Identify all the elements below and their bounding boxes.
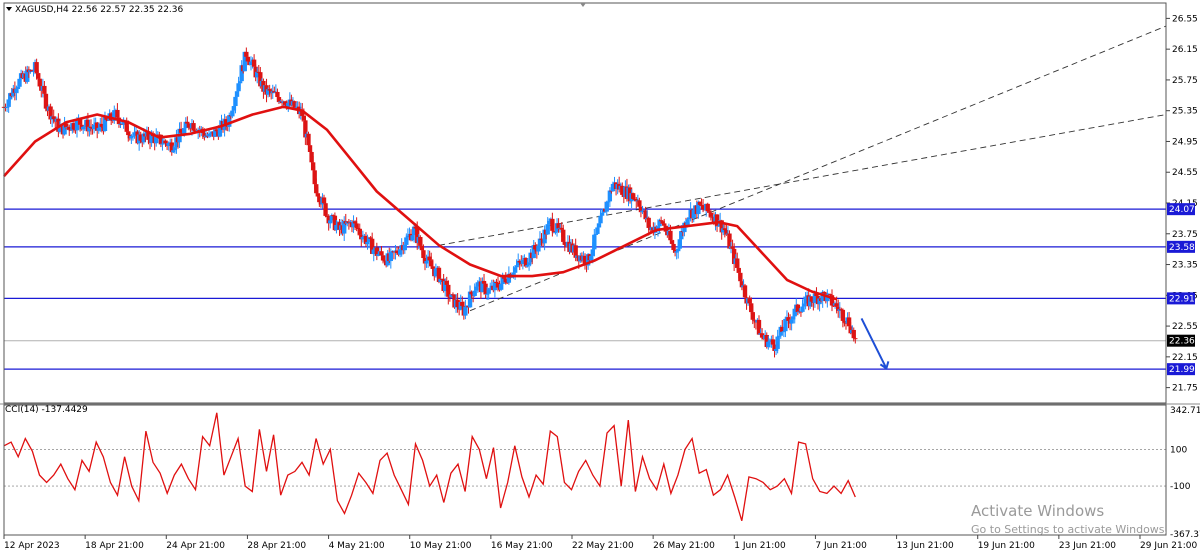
cci-label: CCI(14) -137.4429 xyxy=(5,405,88,415)
x-tick-label: 28 Apr 21:00 xyxy=(247,541,306,551)
x-tick-label: 1 Jun 21:00 xyxy=(734,541,786,551)
watermark-subtitle: Go to Settings to activate Windows. xyxy=(971,523,1169,536)
y-tick-label: 22.15 xyxy=(1172,353,1198,363)
cci-tick-label: -367.374 xyxy=(1170,530,1200,540)
x-tick-label: 4 May 21:00 xyxy=(329,541,385,551)
y-tick-label: 24.95 xyxy=(1172,137,1198,147)
candle-body xyxy=(851,329,856,339)
level-label: 22.91 xyxy=(1169,294,1195,304)
candle-body xyxy=(599,212,605,216)
price-chart-svg: 26.5526.1525.7525.3524.9524.5524.1523.75… xyxy=(0,0,1200,553)
y-tick-label: 23.35 xyxy=(1172,261,1198,271)
watermark-title: Activate Windows xyxy=(971,502,1105,520)
x-tick-label: 13 Jun 21:00 xyxy=(897,541,954,551)
x-tick-label: 26 May 21:00 xyxy=(653,541,715,551)
current-price-label: 22.36 xyxy=(1169,337,1195,347)
x-tick-label: 23 Jun 21:00 xyxy=(1059,541,1116,551)
cci-tick-label: -100 xyxy=(1170,482,1191,492)
symbol-header: XAGUSD,H4 22.56 22.57 22.35 22.36 xyxy=(15,5,184,15)
cci-tick-label: 100 xyxy=(1170,445,1187,455)
y-tick-label: 22.55 xyxy=(1172,322,1198,332)
chart-canvas[interactable]: 26.5526.1525.7525.3524.9524.5524.1523.75… xyxy=(0,0,1200,553)
x-tick-label: 24 Apr 21:00 xyxy=(166,541,225,551)
candle-body xyxy=(306,133,311,146)
activate-windows-watermark: Activate Windows Go to Settings to activ… xyxy=(971,502,1168,536)
y-tick-label: 25.75 xyxy=(1172,76,1198,86)
y-tick-label: 24.55 xyxy=(1172,168,1198,178)
candle-body xyxy=(770,339,776,345)
y-tick-label: 21.75 xyxy=(1172,384,1198,394)
x-tick-label: 7 Jun 21:00 xyxy=(815,541,867,551)
x-tick-label: 29 Jun 21:00 xyxy=(1140,541,1197,551)
level-label: 24.07 xyxy=(1169,205,1195,215)
x-tick-label: 22 May 21:00 xyxy=(572,541,634,551)
candle-body xyxy=(800,306,805,312)
level-label: 23.58 xyxy=(1169,243,1195,253)
candle-body xyxy=(595,227,600,234)
y-tick-label: 26.55 xyxy=(1172,14,1198,24)
candle-body xyxy=(853,338,858,340)
candle-body xyxy=(472,290,477,296)
level-label: 21.99 xyxy=(1169,365,1195,375)
y-tick-label: 25.35 xyxy=(1172,107,1198,117)
x-tick-label: 12 Apr 2023 xyxy=(4,541,60,551)
x-tick-label: 10 May 21:00 xyxy=(410,541,472,551)
x-tick-label: 19 Jun 21:00 xyxy=(978,541,1035,551)
y-tick-label: 26.15 xyxy=(1172,45,1198,55)
candle-body xyxy=(234,91,240,97)
candle-body xyxy=(404,237,409,245)
x-tick-label: 18 Apr 21:00 xyxy=(85,541,144,551)
candle-body xyxy=(736,267,741,273)
cci-tick-label: 342.715 xyxy=(1170,406,1200,416)
candle-body xyxy=(237,81,243,84)
x-tick-label: 16 May 21:00 xyxy=(491,541,553,551)
candle-body xyxy=(596,223,602,228)
y-tick-label: 23.75 xyxy=(1172,230,1198,240)
